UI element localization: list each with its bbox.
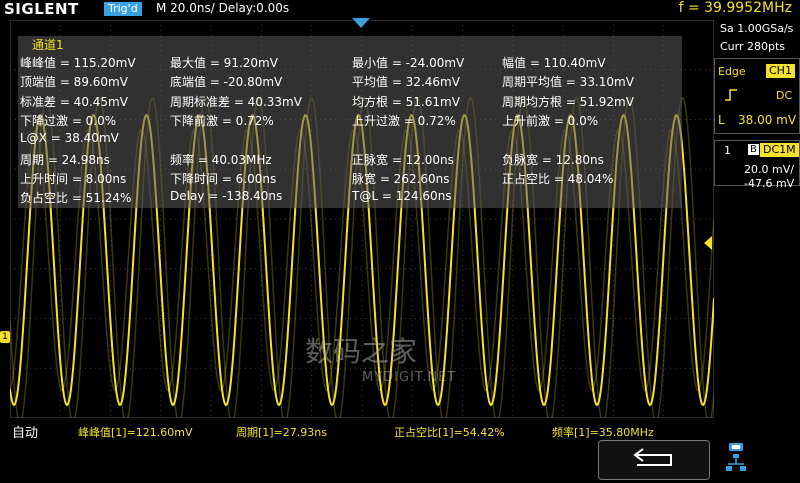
right-info-panel: Sa 1.00GSa/s Curr 280pts Edge CH1 DC L 3…	[714, 18, 800, 480]
measurement-cell: 均方根 = 51.61mV	[352, 94, 460, 109]
channel-number: 1	[724, 144, 731, 157]
measurement-cell: 标准差 = 40.45mV	[20, 94, 128, 109]
measurement-cell: 脉宽 = 262.60ns	[352, 171, 450, 186]
measurement-cell: 底端值 = -20.80mV	[170, 75, 283, 90]
measurement-cell: 最大值 = 91.20mV	[170, 56, 278, 70]
memory-depth: Curr 280pts	[720, 40, 786, 53]
network-icon	[726, 443, 746, 471]
trigger-mode: 自动	[12, 426, 39, 441]
measurement-cell: 最小值 = -24.00mV	[352, 56, 465, 70]
measurement-cell: 下降前激 = 0.72%	[170, 113, 274, 128]
measurement-cell: 周期标准差 = 40.33mV	[170, 94, 302, 109]
trigger-position-marker[interactable]	[352, 18, 370, 28]
measurement-cell: 正脉宽 = 12.00ns	[352, 152, 454, 167]
channel-coupling-badge: DC1M	[760, 143, 799, 157]
top-bar: SIGLENT Trig'd M 20.0ns/ Delay:0.00s f =…	[0, 0, 800, 18]
bottom-measure-4: 频率[1]=35.80MHz	[552, 426, 654, 439]
back-arrow-icon	[633, 448, 672, 466]
bottom-measure-2: 周期[1]=27.93ns	[236, 426, 327, 439]
measurement-cell: 周期平均值 = 33.10mV	[502, 75, 634, 90]
measurement-cell: 上升前激 = 0.0%	[502, 113, 599, 128]
trigger-type: Edge	[718, 65, 746, 78]
trigger-status-badge: Trig'd	[104, 2, 142, 16]
trigger-source-badge: CH1	[766, 64, 795, 78]
measurement-cell: 正占空比 = 48.04%	[502, 171, 614, 186]
measurement-cell: 幅值 = 110.40mV	[502, 56, 606, 70]
trigger-level-value: 38.00 mV	[738, 113, 797, 127]
watermark-url: MYDIGIT.NET	[362, 370, 457, 385]
siglent-logo: SIGLENT	[4, 0, 79, 18]
measurement-cell: 负占空比 = 51.24%	[20, 191, 132, 206]
channel-offset: -47.6 mV	[744, 177, 795, 190]
bandwidth-limit-badge: B	[748, 144, 759, 155]
measurement-cell: T@L = 124.60ns	[352, 189, 452, 204]
measurement-cell: 平均值 = 32.46mV	[352, 75, 460, 90]
measurement-cell: L@X = 38.40mV	[20, 131, 119, 146]
measurement-cell: 顶端值 = 89.60mV	[20, 75, 128, 90]
volts-per-div: 20.0 mV/	[744, 163, 794, 176]
measurement-cell: 负脉宽 = 12.80ns	[502, 152, 604, 167]
measurement-cell: 下降过激 = 0.0%	[20, 113, 117, 128]
measurement-cell: 下降时间 = 6.00ns	[170, 171, 277, 186]
sample-rate: Sa 1.00GSa/s	[720, 22, 794, 35]
frequency-counter: f = 39.9952MHz	[678, 0, 792, 16]
measurement-cell: 上升过激 = 0.72%	[352, 113, 456, 128]
trigger-coupling: DC	[776, 89, 793, 102]
measurement-cell: 频率 = 40.03MHz	[170, 152, 272, 167]
trigger-level-label: L	[718, 113, 725, 127]
measurement-cell: Delay = -138.40ns	[170, 189, 283, 204]
bottom-measure-3: 正占空比[1]=54.42%	[394, 426, 505, 439]
measurement-cell: 周期 = 24.98ns	[20, 152, 110, 167]
channel1-offset-marker[interactable]: 1	[0, 331, 10, 343]
bottom-measure-1: 峰峰值[1]=121.60mV	[78, 426, 193, 439]
measurement-cell: 周期均方根 = 51.92mV	[502, 94, 634, 109]
watermark-text: 数码之家	[305, 335, 418, 368]
back-button[interactable]	[598, 440, 710, 480]
measurement-cell: 上升时间 = 8.00ns	[20, 171, 127, 186]
timebase-delay: M 20.0ns/ Delay:0.00s	[156, 1, 290, 15]
measurement-title: 通道1	[32, 38, 64, 52]
rising-edge-icon	[725, 89, 737, 101]
measurement-cell: 峰峰值 = 115.20mV	[20, 56, 136, 70]
trigger-level-marker[interactable]	[704, 236, 712, 250]
